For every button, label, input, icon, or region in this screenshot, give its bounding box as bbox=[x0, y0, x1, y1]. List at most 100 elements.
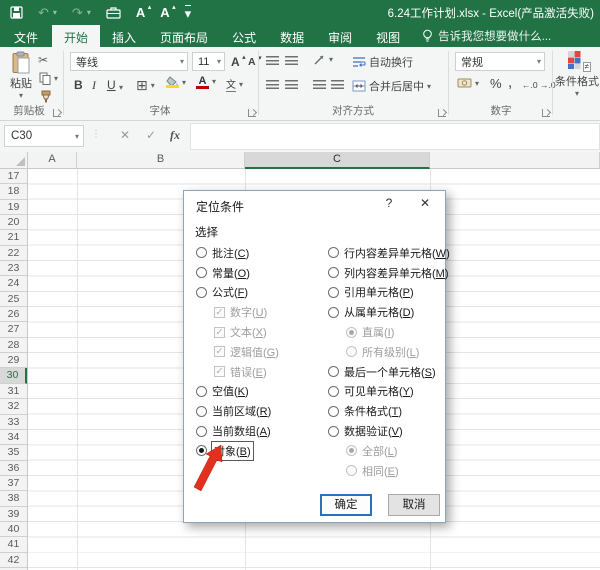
tab-data[interactable]: 数据 bbox=[268, 25, 316, 47]
row-header-28[interactable]: 28 bbox=[0, 338, 27, 353]
italic-button[interactable]: I bbox=[92, 78, 96, 93]
redo-dropdown-icon[interactable]: ▾ bbox=[87, 8, 91, 17]
radio-current-region[interactable] bbox=[196, 406, 207, 417]
row-header-38[interactable]: 38 bbox=[0, 491, 27, 506]
undo-dropdown-icon[interactable]: ▾ bbox=[53, 8, 57, 17]
radio-column-differences[interactable] bbox=[328, 267, 339, 278]
bold-button[interactable]: B bbox=[74, 78, 83, 92]
percent-icon[interactable]: % bbox=[490, 76, 502, 91]
underline-dropdown-icon[interactable]: ▾ bbox=[119, 83, 123, 92]
help-icon[interactable]: ? bbox=[379, 196, 399, 213]
tell-me-box[interactable]: 告诉我您想要做什么... bbox=[422, 25, 551, 47]
tab-view[interactable]: 视图 bbox=[364, 25, 412, 47]
radio-formulas[interactable] bbox=[196, 287, 207, 298]
option-visible-cells[interactable]: 可见单元格(Y) bbox=[328, 382, 440, 402]
radio-visible-cells[interactable] bbox=[328, 386, 339, 397]
number-format-combo[interactable]: 常规 ▾ bbox=[455, 52, 545, 71]
row-header-41[interactable]: 41 bbox=[0, 537, 27, 552]
row-header-21[interactable]: 21 bbox=[0, 230, 27, 245]
paste-button[interactable]: 粘贴▾ bbox=[6, 51, 36, 100]
radio-row-differences[interactable] bbox=[328, 247, 339, 258]
fx-icon[interactable]: fx bbox=[170, 128, 180, 143]
radio-comments[interactable] bbox=[196, 247, 207, 258]
row-header-39[interactable]: 39 bbox=[0, 507, 27, 522]
tab-review[interactable]: 审阅 bbox=[316, 25, 364, 47]
option-precedents[interactable]: 引用单元格(P) bbox=[328, 283, 440, 303]
row-header-37[interactable]: 37 bbox=[0, 476, 27, 491]
tab-file[interactable]: 文件 bbox=[0, 25, 52, 47]
radio-last-cell[interactable] bbox=[328, 366, 339, 377]
row-header-19[interactable]: 19 bbox=[0, 200, 27, 215]
clipboard-dialog-launcher-icon[interactable] bbox=[53, 109, 61, 117]
borders-icon[interactable]: ⊞▾ bbox=[136, 77, 155, 94]
radio-precedents[interactable] bbox=[328, 287, 339, 298]
row-header-17[interactable]: 17 bbox=[0, 169, 27, 184]
radio-objects[interactable] bbox=[196, 445, 207, 456]
option-constants[interactable]: 常量(O) bbox=[196, 263, 322, 283]
qat-customize-icon[interactable]: ▾ bbox=[185, 5, 192, 20]
toolbox-icon[interactable] bbox=[106, 6, 121, 19]
increase-font-icon[interactable]: A▴ bbox=[231, 55, 240, 69]
cancel-x-icon[interactable]: ✕ bbox=[120, 128, 130, 142]
undo-icon[interactable]: ↶ bbox=[38, 6, 49, 19]
row-header-33[interactable]: 33 bbox=[0, 415, 27, 430]
phonetic-button[interactable]: 文 ▾ bbox=[226, 76, 243, 92]
align-left-icon[interactable] bbox=[266, 80, 279, 89]
copy-button[interactable]: ▾ bbox=[39, 72, 58, 85]
decrease-font-icon[interactable]: A▾ bbox=[248, 56, 256, 68]
option-current-array[interactable]: 当前数组(A) bbox=[196, 421, 322, 441]
row-header-29[interactable]: 29 bbox=[0, 353, 27, 368]
radio-conditional-formats[interactable] bbox=[328, 406, 339, 417]
row-header-27[interactable]: 27 bbox=[0, 322, 27, 337]
option-row-differences[interactable]: 行内容差异单元格(W) bbox=[328, 243, 440, 263]
tab-page-layout[interactable]: 页面布局 bbox=[148, 25, 220, 47]
tab-formulas[interactable]: 公式 bbox=[220, 25, 268, 47]
ok-button[interactable]: 确定 bbox=[320, 494, 372, 516]
row-header-34[interactable]: 34 bbox=[0, 430, 27, 445]
formula-input[interactable] bbox=[190, 123, 600, 150]
row-header-24[interactable]: 24 bbox=[0, 276, 27, 291]
save-icon[interactable] bbox=[10, 6, 23, 19]
font-dialog-launcher-icon[interactable] bbox=[248, 109, 256, 117]
row-header-35[interactable]: 35 bbox=[0, 445, 27, 460]
merge-center-button[interactable]: 合并后居中 ▾ bbox=[352, 78, 431, 94]
accounting-format-button[interactable]: ▾ bbox=[457, 77, 479, 89]
option-formulas[interactable]: 公式(F) bbox=[196, 283, 322, 303]
row-header-26[interactable]: 26 bbox=[0, 307, 27, 322]
select-all-corner[interactable] bbox=[0, 152, 28, 169]
radio-data-validation[interactable] bbox=[328, 426, 339, 437]
align-top-icon[interactable] bbox=[266, 56, 279, 65]
conditional-format-button[interactable]: ≠ 条件格式▾ bbox=[554, 50, 600, 98]
wrap-text-button[interactable]: 自动换行 bbox=[352, 54, 413, 70]
format-painter-button[interactable] bbox=[40, 90, 52, 103]
option-blanks[interactable]: 空值(K) bbox=[196, 382, 322, 402]
row-header-42[interactable]: 42 bbox=[0, 553, 27, 568]
row-header-18[interactable]: 18 bbox=[0, 184, 27, 199]
font-name-combo[interactable]: 等线 ▾ bbox=[70, 52, 188, 71]
radio-dependents[interactable] bbox=[328, 307, 339, 318]
alignment-dialog-launcher-icon[interactable] bbox=[438, 109, 446, 117]
option-last-cell[interactable]: 最后一个单元格(S) bbox=[328, 362, 440, 382]
option-current-region[interactable]: 当前区域(R) bbox=[196, 401, 322, 421]
option-dependents[interactable]: 从属单元格(D) bbox=[328, 302, 440, 322]
increase-indent-icon[interactable] bbox=[331, 80, 344, 89]
tab-home[interactable]: 开始 bbox=[52, 25, 100, 47]
font-grow-icon[interactable]: A▴ bbox=[136, 6, 145, 19]
row-header-40[interactable]: 40 bbox=[0, 522, 27, 537]
column-header-blank[interactable] bbox=[430, 152, 600, 169]
option-data-validation[interactable]: 数据验证(V) bbox=[328, 421, 440, 441]
orientation-icon[interactable]: ▾ bbox=[313, 53, 333, 66]
column-header-C[interactable]: C bbox=[245, 152, 430, 169]
align-center-icon[interactable] bbox=[285, 80, 298, 89]
row-header-20[interactable]: 20 bbox=[0, 215, 27, 230]
radio-constants[interactable] bbox=[196, 267, 207, 278]
close-icon[interactable]: ✕ bbox=[415, 196, 435, 213]
row-header-23[interactable]: 23 bbox=[0, 261, 27, 276]
fill-color-button[interactable]: ▾ bbox=[166, 76, 186, 88]
number-dialog-launcher-icon[interactable] bbox=[542, 109, 550, 117]
row-header-36[interactable]: 36 bbox=[0, 461, 27, 476]
align-middle-icon[interactable] bbox=[285, 56, 298, 65]
option-column-differences[interactable]: 列内容差异单元格(M) bbox=[328, 263, 440, 283]
font-color-button[interactable]: A ▾ bbox=[196, 75, 216, 89]
row-header-25[interactable]: 25 bbox=[0, 292, 27, 307]
